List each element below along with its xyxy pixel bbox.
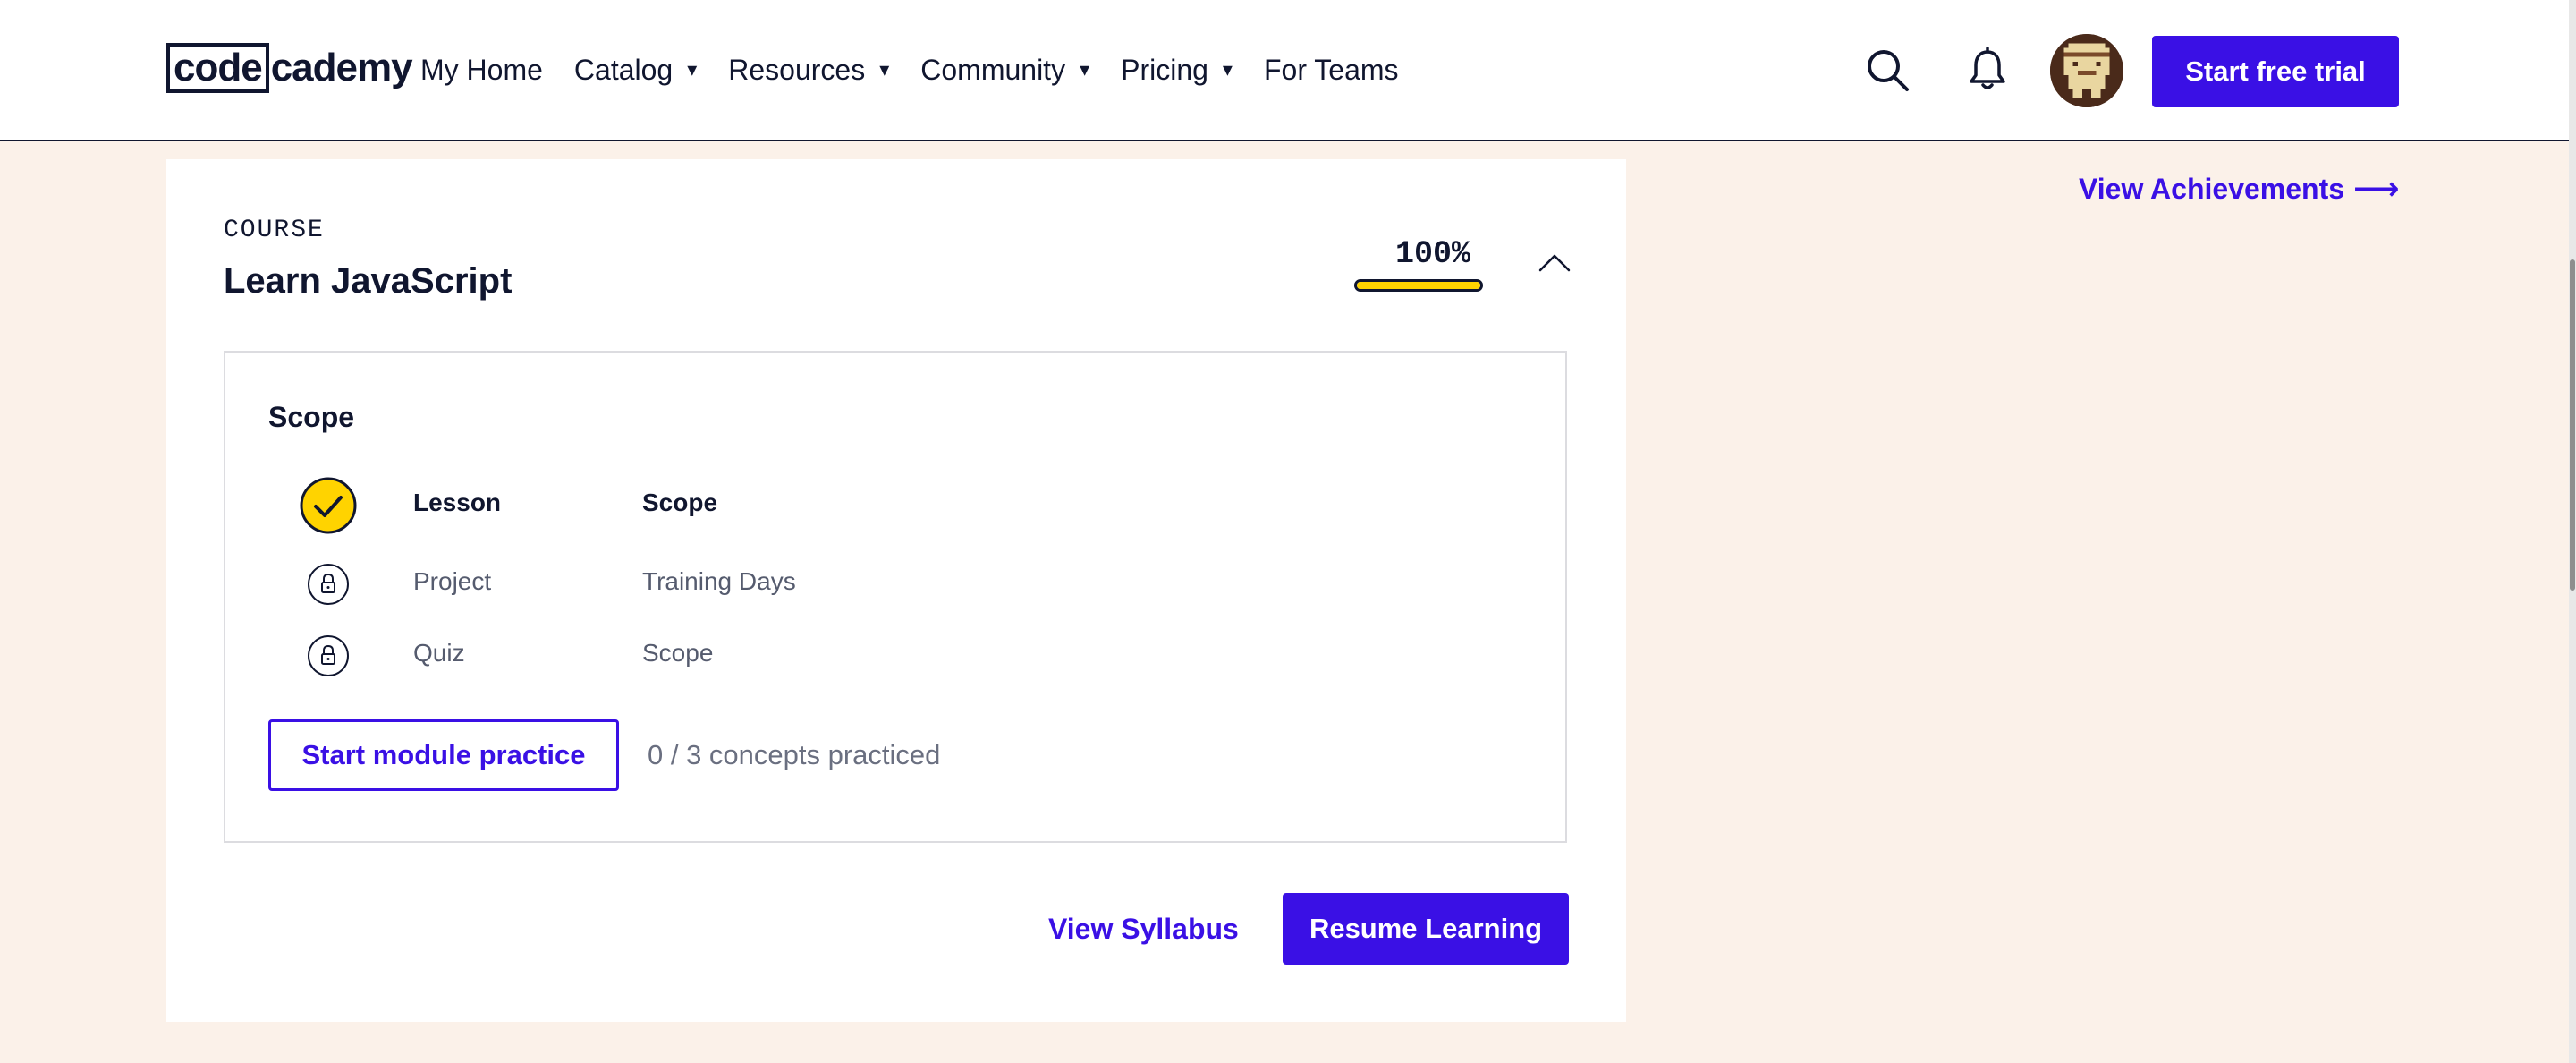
module-item-type: Quiz [413,639,465,667]
module-panel: Scope Lesson Scope Project Training Days… [224,351,1567,843]
caret-down-icon: ▾ [879,58,890,81]
module-item-row[interactable]: Quiz Scope [299,626,1104,689]
page-scrollbar-thumb[interactable] [2570,259,2575,591]
nav-for-teams[interactable]: For Teams [1264,54,1399,87]
user-avatar[interactable] [2050,34,2123,107]
concepts-practiced-count: 0 / 3 concepts practiced [648,739,941,770]
logo-code-box: code [166,43,269,93]
nav-for-teams-label: For Teams [1263,53,1399,86]
caret-down-icon: ▾ [687,58,698,81]
nav-my-home-label: My Home [420,53,543,86]
module-item-type: Lesson [413,489,502,516]
course-progress-fill [1357,282,1480,289]
chevron-up-icon[interactable] [1531,240,1578,286]
bell-icon[interactable] [1962,45,2012,95]
resume-learning-button[interactable]: Resume Learning [1283,893,1569,965]
module-item-name: Training Days [642,567,796,595]
nav-catalog-label: Catalog [573,53,674,86]
caret-down-icon: ▾ [1080,58,1090,81]
nav-resources[interactable]: Resources ▾ [728,54,889,87]
nav-pricing-label: Pricing [1121,53,1208,86]
codecademy-logo[interactable]: code cademy [166,43,413,93]
checkmark-circle-icon [299,476,358,535]
caret-down-icon: ▾ [1222,58,1233,81]
logo-cademy-text: cademy [270,46,413,89]
lock-circle-icon [299,626,358,685]
view-achievements-label: View Achievements [2079,172,2345,205]
start-free-trial-button[interactable]: Start free trial [2152,36,2399,107]
top-navigation-bar: code cademy My Home Catalog ▾ Resources … [0,0,2569,141]
nav-resources-label: Resources [728,53,866,86]
start-module-practice-button[interactable]: Start module practice [268,719,619,791]
view-achievements-link[interactable]: View Achievements ⟶ [2079,170,2400,208]
search-icon[interactable] [1862,45,1912,95]
main-nav: My Home Catalog ▾ Resources ▾ Community … [420,45,1430,95]
course-progress-bar [1354,279,1483,292]
nav-community[interactable]: Community ▾ [920,54,1089,87]
nav-community-label: Community [920,53,1066,86]
course-eyebrow: COURSE [224,217,325,244]
nav-catalog[interactable]: Catalog ▾ [574,54,697,87]
module-item-row[interactable]: Project Training Days [299,555,1104,617]
module-item-name: Scope [642,489,718,516]
module-item-name: Scope [642,639,714,667]
lock-circle-icon [299,555,358,614]
nav-my-home[interactable]: My Home [420,54,543,87]
course-title: Learn JavaScript [224,261,513,301]
module-item-row[interactable]: Lesson Scope [299,476,1104,539]
arrow-right-icon: ⟶ [2353,170,2400,207]
course-card: COURSE Learn JavaScript 100% Scope Lesso… [166,159,1626,1022]
nav-pricing[interactable]: Pricing ▾ [1121,54,1233,87]
view-syllabus-link[interactable]: View Syllabus [1048,913,1239,946]
module-item-type: Project [413,567,492,595]
module-title: Scope [268,401,355,433]
course-progress-percent: 100% [1394,236,1470,272]
